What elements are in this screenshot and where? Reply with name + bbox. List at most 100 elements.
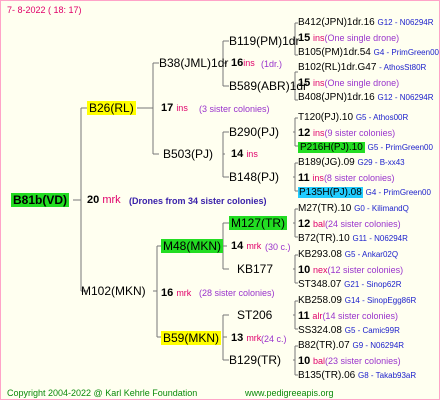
dam-queen[interactable]: M102(MKN) — [81, 284, 146, 298]
gen2-count-1: 16ins — [231, 57, 255, 69]
gen4-bottom-name[interactable]: B72(TR).10 — [298, 233, 350, 244]
gen4-note: (8 sister colonies) — [323, 173, 395, 183]
gen4-top-source: G0 - KilimandQ — [354, 204, 409, 213]
gen4-top-name[interactable]: B189(JG).09 — [298, 157, 355, 168]
gen4-top-5: M27(TR).10 G0 - KilimandQ — [298, 202, 409, 216]
gen4-bottom-5: B72(TR).10 G11 - N06294R — [298, 232, 408, 246]
gen3-queen-3[interactable]: B290(PJ) — [229, 125, 279, 139]
gen4-bottom-name[interactable]: SS324.08 — [298, 325, 342, 336]
sire-queen[interactable]: B26(RL) — [87, 101, 136, 115]
gen4-unit: ins — [313, 33, 325, 43]
gen4-unit: ins — [313, 78, 325, 88]
sire-count: 17 ins — [161, 102, 188, 114]
gen4-bottom-source: G4 - PrimGreen00 — [373, 48, 439, 57]
dam-note: (28 sister colonies) — [199, 288, 275, 298]
gen4-count-row-6: 10 nex(12 sister colonies) — [298, 263, 403, 278]
gen4-bottom-name[interactable]: B135(TR).06 — [298, 370, 355, 381]
print-date: 7- 8-2022 ( 18: 17) — [7, 5, 82, 15]
gen4-top-source: G5 - Athos00R — [355, 113, 409, 122]
gen4-bottom-source: G8 - Takab93aR — [358, 371, 417, 380]
root-queen[interactable]: B81b(VD) — [11, 193, 70, 207]
root-count: 20 mrk — [87, 194, 121, 206]
gen4-bottom-name[interactable]: P216H(PJ).10 — [298, 142, 365, 153]
website-url: www.pedigreeapis.org — [245, 388, 334, 398]
gen4-count: 12 — [298, 218, 311, 230]
copyright: Copyright 2004-2022 @ Karl Kehrle Founda… — [7, 388, 198, 398]
gen4-top-source: - AthosSt80R — [379, 63, 427, 72]
gen4-note: (24 sister colonies) — [325, 219, 401, 229]
gen3-queen-4[interactable]: B148(PJ) — [229, 170, 279, 184]
gen4-bottom-name[interactable]: P135H(PJ).08 — [298, 187, 363, 198]
gen4-bottom-source: G11 - N06294R — [352, 234, 408, 243]
gen4-top-source: G29 - B-xx43 — [357, 158, 405, 167]
gen2-count-4: 13 mrk — [231, 332, 262, 344]
gen4-unit: bal — [313, 356, 326, 366]
gen4-bottom-7: SS324.08 G5 - Camic99R — [298, 324, 400, 338]
gen3-queen-6[interactable]: KB177 — [237, 262, 273, 276]
gen4-bottom-source: G21 - Sinop62R — [344, 280, 402, 289]
gen4-count: 10 — [298, 355, 311, 367]
gen4-count: 10 — [298, 264, 311, 276]
gen3-queen-8[interactable]: B129(TR) — [229, 353, 281, 367]
gen4-count-row-8: 10 bal(23 sister colonies) — [298, 354, 401, 369]
gen2-queen-1[interactable]: B38(JML)1dr — [159, 56, 228, 70]
gen4-count-row-7: 11 alr(14 sister colonies) — [298, 309, 398, 324]
gen4-top-7: KB258.09 G14 - SinopEgg86R — [298, 294, 416, 308]
gen4-bottom-8: B135(TR).06 G8 - Takab93aR — [298, 369, 416, 383]
gen4-top-8: B82(TR).07 G9 - N06294R — [298, 339, 404, 353]
gen4-top-name[interactable]: KB258.09 — [298, 295, 342, 306]
gen4-note: (14 sister colonies) — [322, 311, 398, 321]
gen2-note-3: (30 c.) — [265, 242, 291, 252]
gen3-queen-2[interactable]: B589(ABR)1dr — [229, 79, 307, 93]
gen4-count-row-1: 15 ins(One single drone) — [298, 31, 399, 46]
gen4-bottom-6: ST348.07 G21 - Sinop62R — [298, 278, 402, 292]
gen4-unit: nex — [313, 265, 328, 275]
gen2-queen-3[interactable]: M48(MKN) — [161, 239, 224, 253]
gen2-count-2: 14 ins — [231, 148, 258, 160]
gen3-queen-7[interactable]: ST206 — [237, 308, 272, 322]
gen4-bottom-4: P135H(PJ).08 G4 - PrimGreen00 — [298, 186, 431, 200]
gen4-bottom-source: G5 - PrimGreen00 — [367, 143, 433, 152]
gen4-top-name[interactable]: M27(TR).10 — [298, 203, 351, 214]
gen4-top-source: G14 - SinopEgg86R — [344, 296, 417, 305]
gen4-top-source: G9 - N06294R — [352, 341, 405, 350]
gen4-top-name[interactable]: B102(RL)1dr.G47 — [298, 62, 376, 73]
gen3-queen-5[interactable]: M127(TR) — [229, 216, 288, 230]
gen4-top-6: KB293.08 G5 - Ankar02Q — [298, 248, 398, 262]
gen4-count: 15 — [298, 77, 311, 89]
gen4-top-4: B189(JG).09 G29 - B-xx43 — [298, 156, 405, 170]
gen3-queen-1[interactable]: B119(PM)1dr — [229, 34, 299, 48]
gen4-top-name[interactable]: B412(JPN)1dr.16 — [298, 17, 375, 28]
gen4-unit: ins — [312, 173, 324, 183]
gen2-count-3: 14 mrk — [231, 240, 262, 252]
gen4-bottom-name[interactable]: B408(JPN)1dr.16 — [298, 92, 375, 103]
gen4-top-2: B102(RL)1dr.G47 - AthosSt80R — [298, 61, 426, 75]
gen4-unit: alr — [312, 311, 323, 321]
gen4-top-name[interactable]: KB293.08 — [298, 249, 342, 260]
gen2-note-1: (1dr.) — [261, 59, 283, 69]
gen4-top-name[interactable]: B82(TR).07 — [298, 340, 350, 351]
gen2-queen-2[interactable]: B503(PJ) — [163, 147, 213, 161]
pedigree-chart: 7- 8-2022 ( 18: 17) B81b(VD) 20 mrk (Dro… — [0, 0, 440, 400]
gen4-bottom-1: B105(PM)1dr.54 G4 - PrimGreen00 — [298, 46, 439, 60]
gen4-bottom-2: B408(JPN)1dr.16 G12 - N06294R — [298, 91, 434, 105]
gen4-bottom-source: G12 - N06294R — [377, 93, 434, 102]
sire-note: (3 sister colonies) — [199, 104, 270, 114]
gen4-top-3: T120(PJ).10 G5 - Athos00R — [298, 111, 408, 125]
gen4-top-name[interactable]: T120(PJ).10 — [298, 112, 353, 123]
gen4-note: (9 sister colonies) — [324, 128, 396, 138]
gen2-queen-4[interactable]: B59(MKN) — [161, 331, 222, 345]
gen4-top-1: B412(JPN)1dr.16 G12 - N06294R — [298, 16, 434, 30]
gen4-count-row-4: 11 ins(8 sister colonies) — [298, 171, 394, 186]
gen4-count-row-2: 15 ins(One single drone) — [298, 76, 399, 91]
gen4-unit: bal — [313, 219, 326, 229]
gen4-count: 11 — [298, 310, 310, 322]
dam-count: 16 mrk — [161, 287, 192, 299]
gen4-count-row-3: 12 ins(9 sister colonies) — [298, 126, 395, 141]
gen4-bottom-name[interactable]: ST348.07 — [298, 279, 341, 290]
root-drone-note: (Drones from 34 sister colonies) — [129, 196, 267, 206]
gen4-top-source: G12 - N06294R — [377, 18, 434, 27]
gen4-note: (12 sister colonies) — [327, 265, 404, 275]
gen4-bottom-name[interactable]: B105(PM)1dr.54 — [298, 47, 371, 58]
gen4-top-source: G5 - Ankar02Q — [344, 250, 399, 259]
